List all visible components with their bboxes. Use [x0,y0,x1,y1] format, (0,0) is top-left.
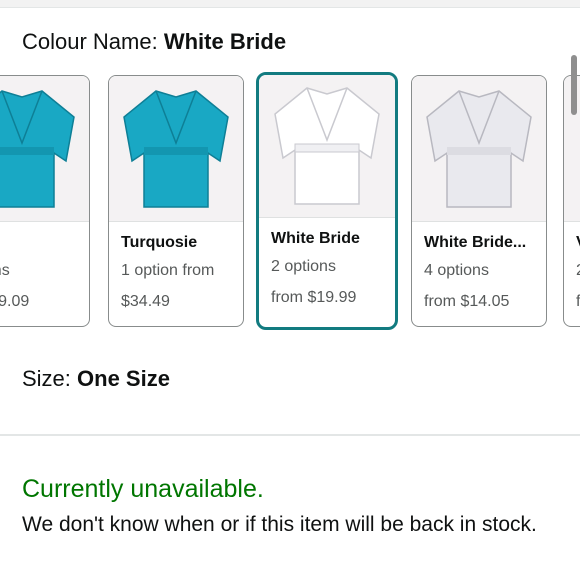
colour-name-label: Colour Name: [22,29,164,54]
size-heading: Size: One Size [22,365,170,393]
swatch-title: V [576,234,580,252]
swatch-image [412,76,546,222]
swatch-options: 2 options [271,258,336,275]
swatch-options: 2 [576,262,580,280]
section-divider [0,434,580,436]
size-value: One Size [77,366,170,391]
swatch-image [0,76,89,222]
availability-message: We don't know when or if this item will … [22,513,537,536]
swatch-image [109,76,243,222]
robe-image [0,89,75,208]
page-scrollbar[interactable] [571,55,577,115]
availability-status: Currently unavailable. [22,475,264,503]
robe-image [123,89,229,208]
colour-name-value: White Bride [163,29,287,54]
robe-image [274,87,380,205]
swatch-card-turquosie[interactable]: Turquosie 1 option from $34.49 [108,75,244,327]
swatch-card-partial-left[interactable]: er ptions n $39.09 [0,75,90,327]
swatch-title: Turquosie [121,234,198,251]
swatch-card-white-bride-selected[interactable]: White Bride 2 options from $19.99 [256,72,398,330]
swatch-price: from $19.99 [271,289,357,306]
colour-name-heading: Colour Name: White Bride [22,28,286,56]
swatch-image [259,75,395,218]
swatch-price: $34.49 [121,293,170,310]
swatch-title: White Bride [271,230,360,247]
robe-image [426,89,532,208]
size-label: Size: [22,366,78,391]
top-divider-strip [0,0,580,8]
swatch-options: 1 option from [121,262,215,279]
swatch-options: 4 options [424,262,489,279]
swatch-options: ptions [0,262,10,279]
swatch-card-white-bride-alt[interactable]: White Bride... 4 options from $14.05 [411,75,547,327]
colour-swatch-carousel: er ptions n $39.09 Turquosie 1 option fr… [0,72,580,330]
swatch-price: from $14.05 [424,293,510,310]
swatch-title: White Bride... [424,234,527,251]
swatch-price: f [576,293,580,311]
swatch-price: n $39.09 [0,293,30,310]
